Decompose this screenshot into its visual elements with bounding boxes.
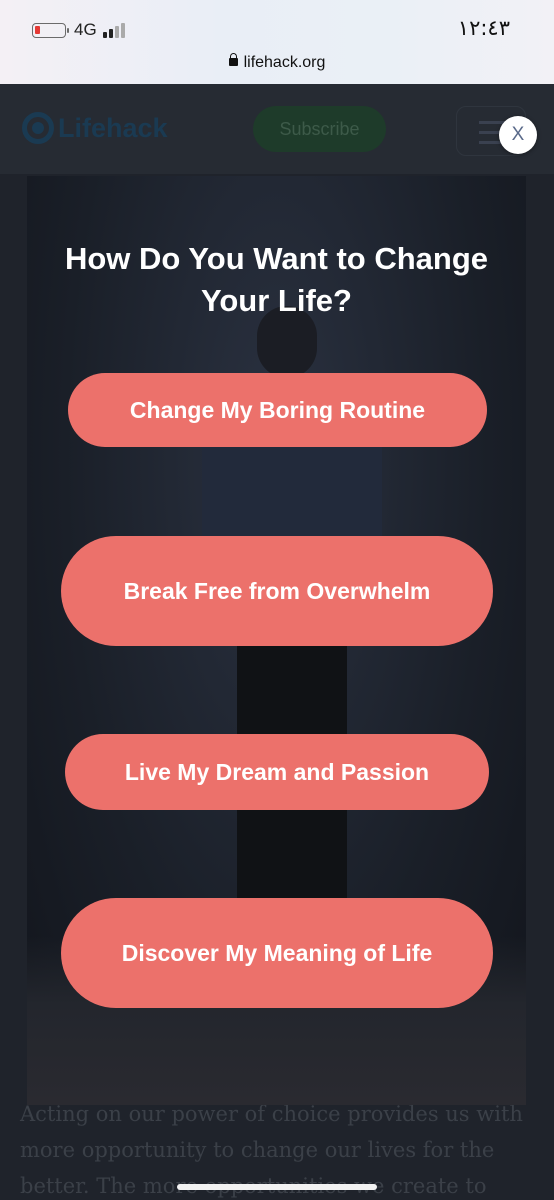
- option-meaning-of-life-button[interactable]: Discover My Meaning of Life: [61, 898, 493, 1008]
- option-break-free-button[interactable]: Break Free from Overwhelm: [61, 536, 493, 646]
- address-bar[interactable]: lifehack.org: [0, 53, 554, 72]
- option-dream-passion-button[interactable]: Live My Dream and Passion: [65, 734, 489, 810]
- clock: ١٢:٤٣: [457, 16, 510, 40]
- battery-icon: [32, 23, 69, 38]
- lock-icon: [228, 53, 238, 66]
- logo-icon: [22, 112, 54, 144]
- signal-icon: [103, 23, 125, 38]
- subscribe-button[interactable]: Subscribe: [253, 106, 386, 152]
- site-header: Lifehack Subscribe: [0, 84, 554, 174]
- status-bar: 4G ١٢:٤٣ lifehack.org: [0, 0, 554, 84]
- option-boring-routine-button[interactable]: Change My Boring Routine: [68, 373, 487, 447]
- popup-modal: How Do You Want to Change Your Life? Cha…: [27, 176, 526, 1105]
- logo-text: Lifehack: [58, 112, 168, 143]
- popup-title: How Do You Want to Change Your Life?: [64, 241, 489, 318]
- close-icon[interactable]: X: [499, 116, 537, 154]
- network-type: 4G: [74, 20, 97, 39]
- url-text: lifehack.org: [243, 54, 326, 71]
- site-logo[interactable]: Lifehack: [22, 112, 168, 144]
- home-indicator[interactable]: [177, 1184, 377, 1190]
